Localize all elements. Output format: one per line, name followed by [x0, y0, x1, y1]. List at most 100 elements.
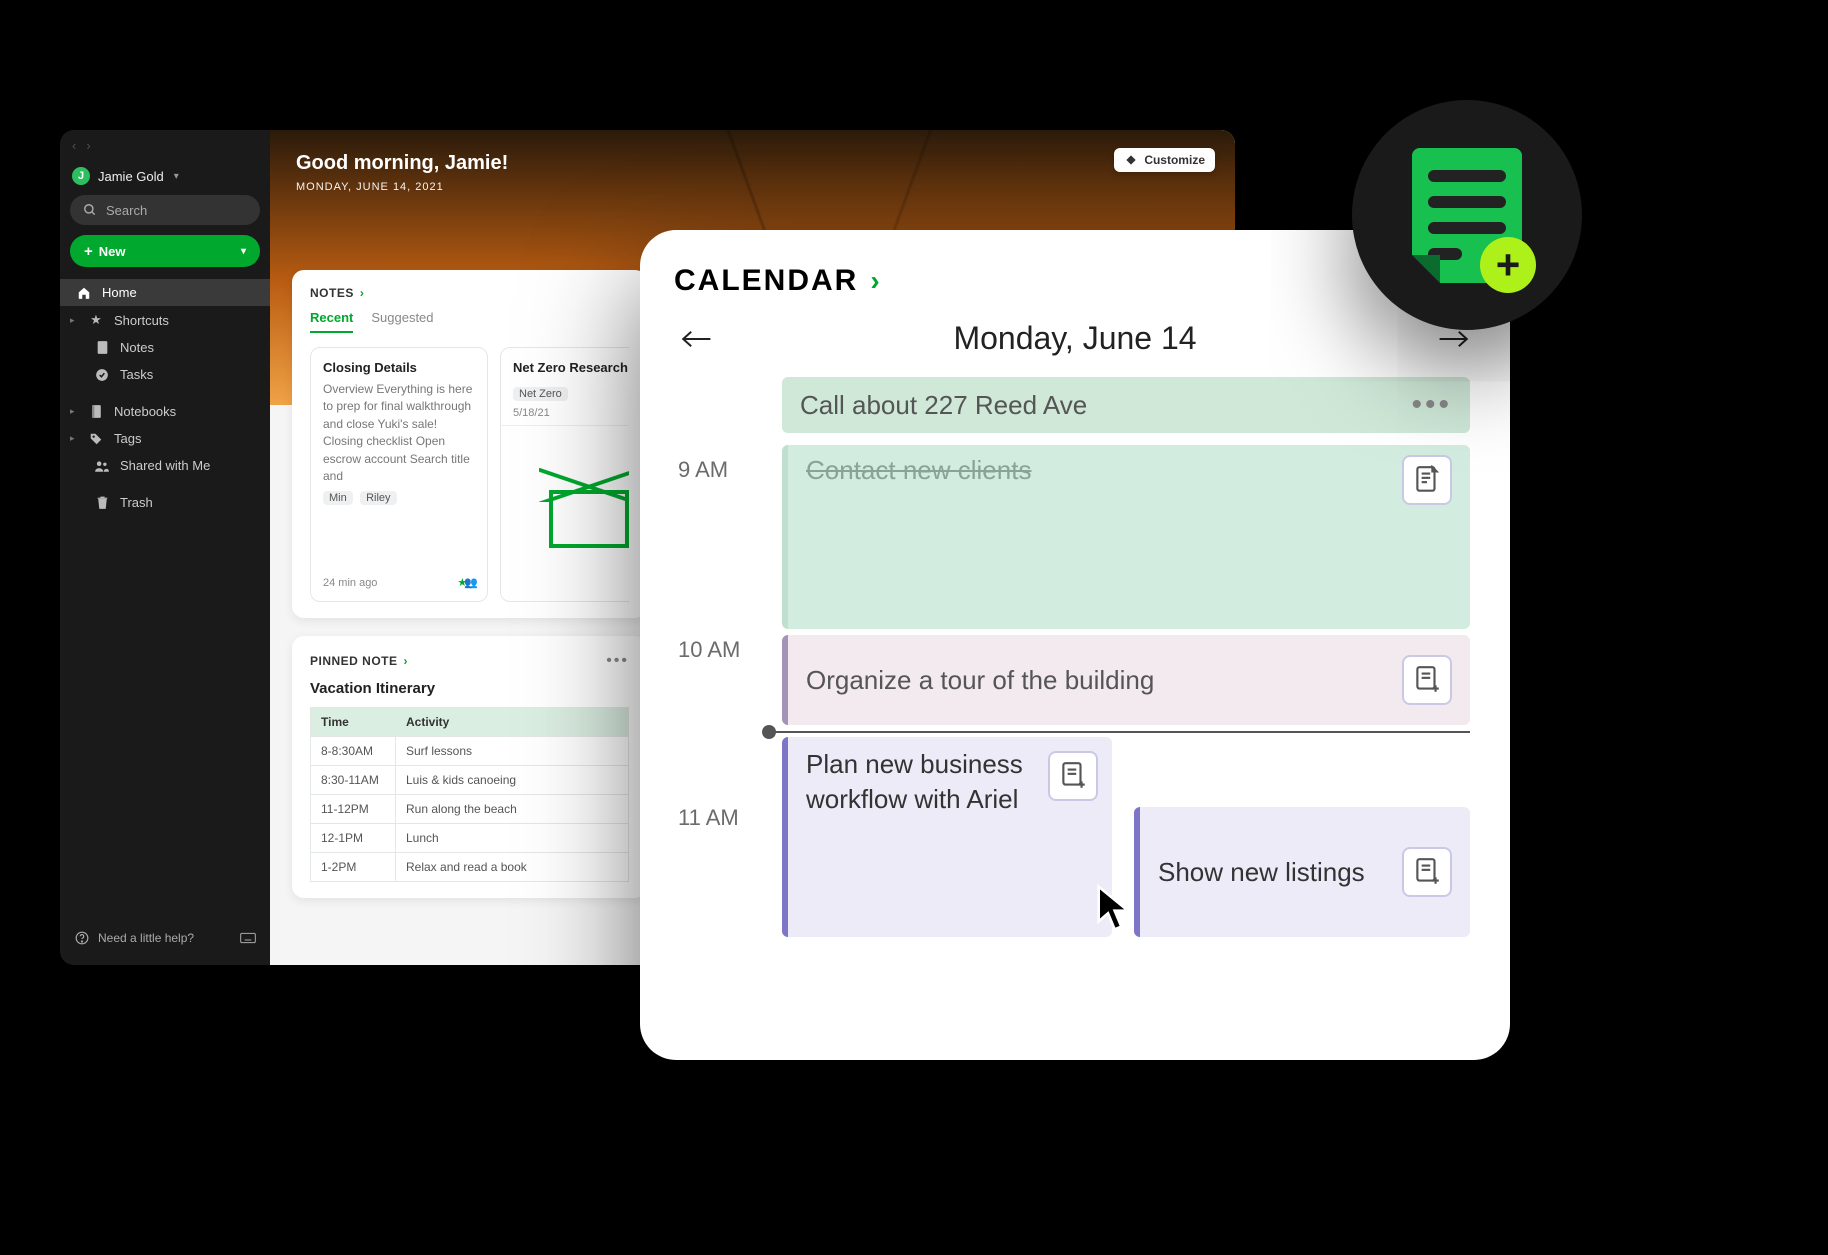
pinned-note-title: Vacation Itinerary: [310, 680, 629, 697]
add-note-button[interactable]: [1402, 655, 1452, 705]
add-note-button[interactable]: [1402, 847, 1452, 897]
event-title: Call about 227 Reed Ave: [800, 390, 1087, 421]
profile[interactable]: J Jamie Gold ▾: [60, 161, 270, 195]
notebook-icon: [88, 404, 104, 419]
trash-icon: [94, 495, 110, 510]
keyboard-icon[interactable]: [240, 932, 256, 944]
table-row: 1-2PMRelax and read a book: [311, 853, 629, 882]
sidebar-item-trash[interactable]: Trash: [60, 489, 270, 516]
caret-icon: ▸: [70, 433, 78, 444]
avatar: J: [72, 167, 90, 185]
calendar-date: Monday, June 14: [953, 320, 1196, 357]
sidebar-item-label: Notes: [120, 340, 154, 355]
sidebar-item-tags[interactable]: ▸ Tags: [60, 425, 270, 452]
calendar-event[interactable]: Contact new clients: [782, 445, 1470, 629]
chevron-right-icon: ›: [404, 654, 409, 668]
sidebar-item-label: Shortcuts: [114, 313, 169, 328]
calendar-grid: 9 AM 10 AM 11 AM Call about 227 Reed Ave…: [674, 377, 1476, 997]
more-icon[interactable]: •••: [1411, 388, 1452, 422]
sidebar-item-shared[interactable]: Shared with Me: [60, 452, 270, 479]
sidebar-item-label: Notebooks: [114, 404, 176, 419]
table-row: 8-8:30AMSurf lessons: [311, 737, 629, 766]
note-title: Net Zero Research: [513, 360, 629, 375]
hour-label: 10 AM: [678, 637, 758, 663]
table-row: 12-1PMLunch: [311, 824, 629, 853]
chevron-right-icon: ›: [870, 265, 881, 297]
itinerary-table: Time Activity 8-8:30AMSurf lessons 8:30-…: [310, 707, 629, 882]
table-row: 8:30-11AMLuis & kids canoeing: [311, 766, 629, 795]
sidebar-item-tasks[interactable]: Tasks: [60, 361, 270, 388]
forward-arrow-icon[interactable]: ›: [86, 138, 90, 153]
sidebar-item-label: Tags: [114, 431, 141, 446]
event-title: Contact new clients: [806, 455, 1031, 486]
note-icon: [94, 340, 110, 355]
pinned-note-widget: PINNED NOTE › ••• Vacation Itinerary Tim…: [292, 636, 647, 898]
help-icon: [74, 931, 90, 945]
caret-icon: ▸: [70, 315, 78, 326]
sidebar-item-notes[interactable]: Notes: [60, 334, 270, 361]
calendar-event[interactable]: Plan new business workflow with Ariel: [782, 737, 1112, 937]
current-time-indicator: [770, 731, 1470, 733]
sidebar-item-notebooks[interactable]: ▸ Notebooks: [60, 398, 270, 425]
calendar-title[interactable]: CALENDAR ›: [674, 264, 882, 298]
hour-label: 11 AM: [678, 805, 758, 831]
add-note-button[interactable]: [1048, 751, 1098, 801]
note-tag[interactable]: Min: [323, 491, 353, 505]
new-button[interactable]: + New ▾: [70, 235, 260, 267]
calendar-event[interactable]: Show new listings: [1134, 807, 1470, 937]
help-link[interactable]: Need a little help?: [60, 921, 270, 955]
people-icon: [94, 459, 110, 473]
search-input[interactable]: Search: [70, 195, 260, 225]
note-card[interactable]: Net Zero Research Net Zero 5/18/21: [500, 347, 629, 602]
check-circle-icon: [94, 368, 110, 382]
sidebar-item-label: Shared with Me: [120, 458, 210, 473]
notes-tabs: Recent Suggested: [310, 310, 629, 333]
sidebar: ‹ › J Jamie Gold ▾ Search + New ▾ Home: [60, 130, 270, 965]
note-thumbnail: [501, 425, 629, 589]
more-icon[interactable]: •••: [606, 652, 629, 670]
prev-day-button[interactable]: [680, 326, 712, 352]
chevron-right-icon: ›: [360, 286, 365, 300]
note-title: Closing Details: [323, 360, 475, 375]
shared-with-icon: ★ 👥: [457, 576, 475, 589]
notes-widget: NOTES › Recent Suggested Closing Details…: [292, 270, 647, 618]
search-placeholder: Search: [106, 203, 147, 218]
plus-icon: +: [1480, 237, 1536, 293]
calendar-popover: CALENDAR › ••• Monday, June 14 9 AM 10 A…: [640, 230, 1510, 1060]
pinned-widget-title[interactable]: PINNED NOTE ›: [310, 654, 408, 668]
tab-recent[interactable]: Recent: [310, 310, 353, 333]
hero-date: MONDAY, JUNE 14, 2021: [296, 181, 1209, 193]
note-tag[interactable]: Net Zero: [513, 387, 568, 401]
nav-arrows: ‹ ›: [60, 130, 270, 161]
chevron-down-icon: ▾: [174, 171, 179, 182]
note-card[interactable]: Closing Details Overview Everything is h…: [310, 347, 488, 602]
search-icon: [82, 203, 98, 217]
calendar-event-allday[interactable]: Call about 227 Reed Ave •••: [782, 377, 1470, 433]
table-header: Time: [311, 708, 396, 737]
help-label: Need a little help?: [98, 931, 194, 945]
note-timestamp: 24 min ago: [323, 577, 377, 589]
calendar-event[interactable]: Organize a tour of the building: [782, 635, 1470, 725]
note-tag[interactable]: Riley: [360, 491, 396, 505]
hour-label: 9 AM: [678, 457, 758, 483]
sidebar-item-shortcuts[interactable]: ▸ ★ Shortcuts: [60, 306, 270, 334]
tab-suggested[interactable]: Suggested: [371, 310, 433, 333]
sidebar-item-label: Trash: [120, 495, 153, 510]
new-note-badge[interactable]: +: [1352, 100, 1582, 330]
open-note-button[interactable]: [1402, 455, 1452, 505]
sparkle-icon: [1124, 153, 1138, 167]
star-icon: ★: [88, 312, 104, 328]
home-icon: [76, 286, 92, 300]
table-header: Activity: [396, 708, 629, 737]
plus-icon: +: [84, 243, 93, 260]
event-title: Show new listings: [1158, 857, 1365, 888]
customize-button[interactable]: Customize: [1114, 148, 1215, 172]
greeting: Good morning, Jamie!: [296, 152, 1209, 175]
note-body: Overview Everything is here to prep for …: [323, 381, 475, 485]
new-button-label: New: [99, 244, 126, 259]
back-arrow-icon[interactable]: ‹: [72, 138, 76, 153]
note-timestamp: 5/18/21: [513, 407, 629, 419]
notes-widget-title[interactable]: NOTES ›: [310, 286, 629, 300]
sidebar-item-home[interactable]: Home: [60, 279, 270, 306]
caret-icon: ▸: [70, 406, 78, 417]
